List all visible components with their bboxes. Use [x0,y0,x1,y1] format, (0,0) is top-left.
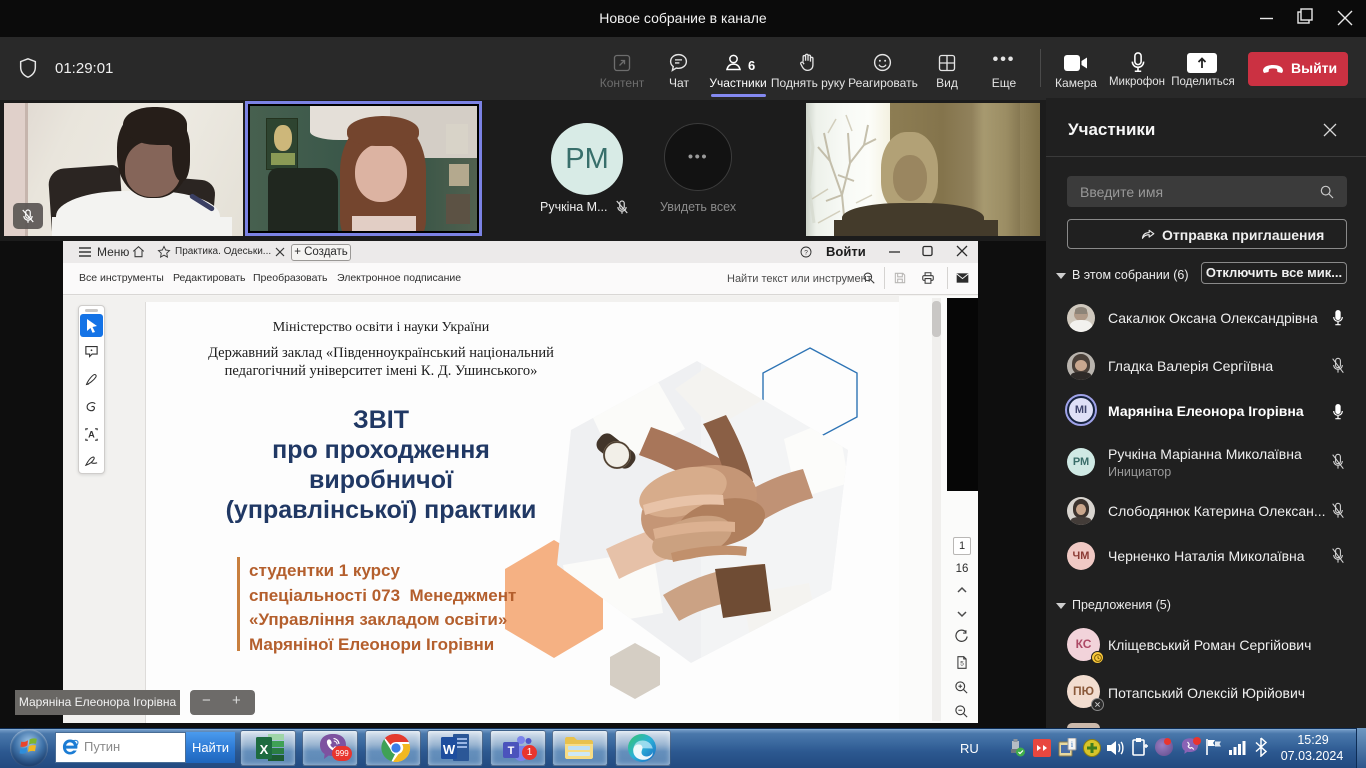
svg-text:W: W [443,742,456,757]
svg-text:A: A [88,430,95,440]
svg-text:?: ? [804,250,808,257]
svg-text:5: 5 [960,660,964,667]
svg-text:T: T [508,745,515,757]
svg-text:X: X [260,742,269,757]
